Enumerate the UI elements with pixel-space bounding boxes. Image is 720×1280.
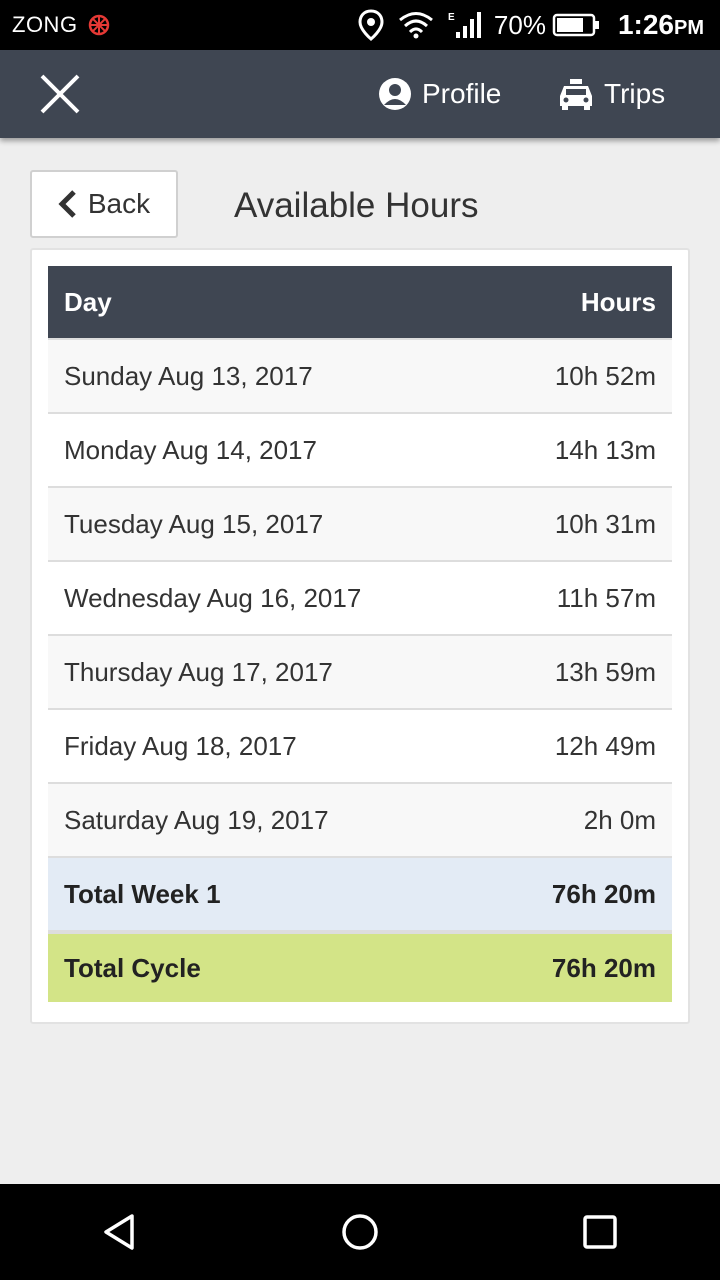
table-row: Monday Aug 14, 2017 14h 13m bbox=[48, 412, 672, 486]
svg-text:E: E bbox=[448, 12, 455, 23]
row-day: Thursday Aug 17, 2017 bbox=[64, 656, 333, 687]
clock-suffix: PM bbox=[674, 17, 704, 39]
header-hours: Hours bbox=[580, 286, 656, 317]
clock: 1:26PM bbox=[618, 9, 704, 41]
system-recents-button[interactable] bbox=[570, 1202, 630, 1262]
table-row: Friday Aug 18, 2017 12h 49m bbox=[48, 708, 672, 782]
status-left: ZONG bbox=[0, 12, 110, 38]
square-recents-icon bbox=[583, 1215, 617, 1249]
location-icon bbox=[358, 9, 384, 41]
row-day: Friday Aug 18, 2017 bbox=[64, 730, 297, 761]
status-right: E 70% 1:26PM bbox=[344, 9, 720, 41]
system-home-button[interactable] bbox=[330, 1202, 390, 1262]
nav-profile-label: Profile bbox=[422, 78, 502, 109]
nav-trips-label: Trips bbox=[604, 78, 666, 109]
carrier-name: ZONG bbox=[12, 12, 78, 37]
profile-icon bbox=[379, 78, 411, 110]
table-row: Sunday Aug 13, 2017 10h 52m bbox=[48, 338, 672, 412]
total-cycle-hours: 76h 20m bbox=[551, 952, 656, 983]
row-day: Tuesday Aug 15, 2017 bbox=[64, 508, 324, 539]
row-day: Wednesday Aug 16, 2017 bbox=[64, 582, 362, 613]
close-button[interactable] bbox=[36, 70, 84, 118]
row-hours: 14h 13m bbox=[554, 434, 656, 465]
table-row: Thursday Aug 17, 2017 13h 59m bbox=[48, 634, 672, 708]
system-back-button[interactable] bbox=[90, 1202, 150, 1262]
table-header: Day Hours bbox=[48, 266, 672, 338]
system-nav-bar bbox=[0, 1184, 720, 1280]
hours-card: Day Hours Sunday Aug 13, 2017 10h 52m Mo… bbox=[30, 248, 690, 1024]
nav-profile-link[interactable]: Profile bbox=[378, 72, 501, 116]
back-button-label: Back bbox=[87, 188, 151, 219]
total-cycle-label: Total Cycle bbox=[64, 952, 201, 983]
back-button[interactable]: Back bbox=[30, 170, 178, 238]
total-week-label: Total Week 1 bbox=[64, 878, 221, 909]
page-title: Available Hours bbox=[234, 186, 479, 225]
hours-table: Day Hours Sunday Aug 13, 2017 10h 52m Mo… bbox=[48, 266, 672, 1002]
signal-icon: E bbox=[448, 12, 481, 38]
battery-percent: 70% bbox=[493, 9, 546, 40]
carrier-wheel-icon bbox=[88, 14, 109, 36]
row-hours: 12h 49m bbox=[554, 730, 656, 761]
row-day: Saturday Aug 19, 2017 bbox=[64, 804, 329, 835]
row-day: Monday Aug 14, 2017 bbox=[64, 434, 317, 465]
status-bar: ZONG E 70% 1:26PM bbox=[0, 0, 720, 50]
nav-trips-link[interactable]: Trips bbox=[558, 72, 665, 116]
total-week-hours: 76h 20m bbox=[551, 878, 656, 909]
row-hours: 11h 57m bbox=[556, 582, 656, 613]
battery-icon bbox=[552, 13, 599, 37]
row-hours: 10h 52m bbox=[554, 360, 656, 391]
row-hours: 13h 59m bbox=[554, 656, 656, 687]
car-icon bbox=[560, 79, 592, 110]
header-day: Day bbox=[64, 286, 112, 317]
row-hours: 10h 31m bbox=[554, 508, 656, 539]
total-week-row: Total Week 1 76h 20m bbox=[48, 856, 672, 930]
table-row: Wednesday Aug 16, 2017 11h 57m bbox=[48, 560, 672, 634]
wifi-icon bbox=[398, 12, 433, 39]
circle-home-icon bbox=[342, 1214, 378, 1250]
app-bar: Profile Trips bbox=[0, 50, 720, 138]
total-cycle-row: Total Cycle 76h 20m bbox=[48, 930, 672, 1002]
table-row: Saturday Aug 19, 2017 2h 0m bbox=[48, 782, 672, 856]
row-hours: 2h 0m bbox=[583, 804, 656, 835]
close-icon bbox=[40, 74, 80, 114]
chevron-left-icon bbox=[58, 190, 76, 218]
table-row: Tuesday Aug 15, 2017 10h 31m bbox=[48, 486, 672, 560]
clock-time: 1:26 bbox=[617, 9, 674, 40]
row-day: Sunday Aug 13, 2017 bbox=[64, 360, 313, 391]
triangle-back-icon bbox=[104, 1214, 134, 1250]
